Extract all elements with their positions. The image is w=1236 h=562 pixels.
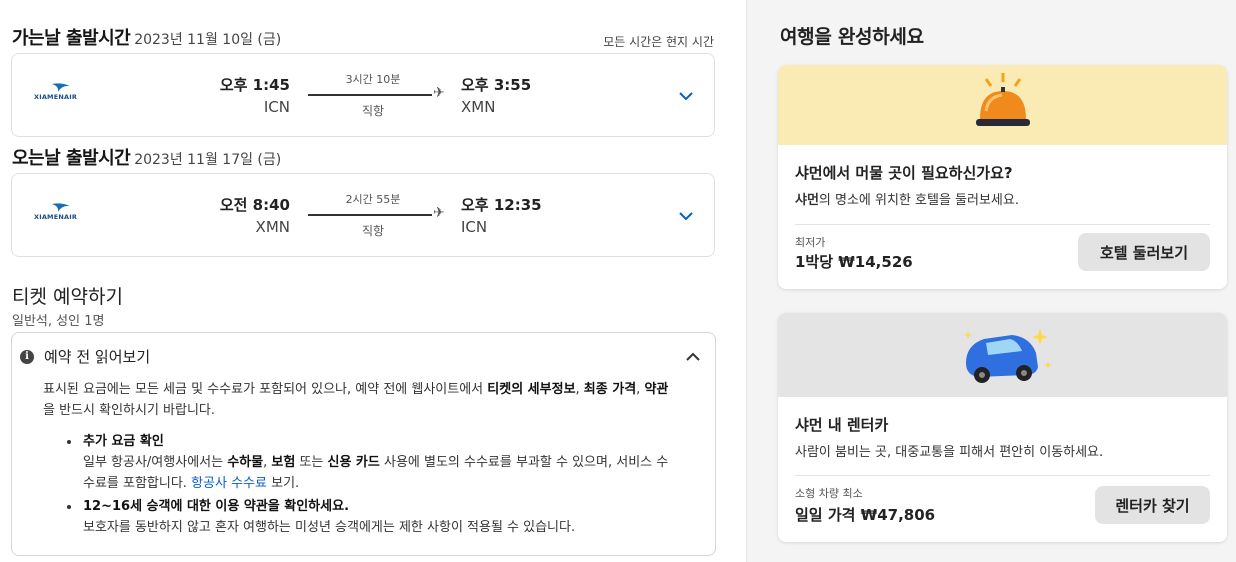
bullet-text-part: 보기. <box>266 476 300 491</box>
ticket-title: 티켓 예약하기 <box>12 286 123 308</box>
bullet-text-part: 일부 항공사/여행사에서는 <box>83 455 228 470</box>
intro-text: 을 반드시 확인하시기 바랍니다. <box>43 403 216 418</box>
plane-icon: ✈ <box>433 85 445 101</box>
flight-duration: 2시간 55분 <box>345 193 401 206</box>
inbound-heading-label: 오는날 출발시간 <box>12 148 131 169</box>
route-line <box>308 94 432 96</box>
hotel-price: 1박당 ₩14,526 <box>795 253 913 271</box>
pre-booking-notice: i 예약 전 읽어보기 표시된 요금에는 모든 세금 및 수수료가 포함되어 있… <box>11 332 716 556</box>
intro-bold: 티켓의 세부정보 <box>487 382 576 397</box>
notice-header[interactable]: i 예약 전 읽어보기 <box>20 346 150 367</box>
flight-details-panel: 가는날 출발시간 2023년 11월 10일 (금) 모든 시간은 현지 시간 … <box>0 0 746 562</box>
bullet-text: 보호자를 동반하지 않고 혼자 여행하는 미성년 승객에게는 제한 사항이 적용… <box>83 520 576 535</box>
hotel-desc-city: 샤먼 <box>795 193 819 208</box>
airline-name: XIAMENAIR <box>34 93 78 101</box>
chevron-up-icon[interactable] <box>683 347 703 367</box>
car-price: 일일 가격 ₩47,806 <box>795 506 936 524</box>
airline-logo-icon: XIAMENAIR <box>30 202 90 226</box>
airline-name: XIAMENAIR <box>34 213 78 221</box>
route-line <box>308 214 432 216</box>
list-item: 추가 요금 확인 일부 항공사/여행사에서는 수하물, 보험 또는 신용 카드 … <box>67 431 673 494</box>
outbound-heading-label: 가는날 출발시간 <box>12 28 131 49</box>
notice-title: 예약 전 읽어보기 <box>44 348 151 366</box>
notice-intro: 표시된 요금에는 모든 세금 및 수수료가 포함되어 있으나, 예약 전에 웹사… <box>43 379 673 421</box>
car-price-label: 소형 차량 최소 <box>795 487 863 500</box>
outbound-flight-card[interactable]: XIAMENAIR 오후 1:45 ICN 3시간 10분 ✈ 직항 오후 3:… <box>11 53 715 137</box>
arrive-airport-code: XMN <box>461 98 496 116</box>
car-promo-card: 샤먼 내 렌터카 사람이 붐비는 곳, 대중교통을 피해서 편안히 이동하세요.… <box>778 313 1227 542</box>
car-title: 샤먼 내 렌터카 <box>795 416 889 434</box>
airline-fees-link[interactable]: 항공사 수수료 <box>191 476 267 491</box>
browse-hotels-button[interactable]: 호텔 둘러보기 <box>1078 233 1210 271</box>
hotel-title: 샤먼에서 머물 곳이 필요하신가요? <box>795 164 1013 182</box>
sidebar-title: 여행을 완성하세요 <box>780 26 924 48</box>
bullet-bold: 보험 <box>271 455 296 470</box>
arrive-time: 오후 3:55 <box>461 76 532 94</box>
outbound-heading: 가는날 출발시간 2023년 11월 10일 (금) <box>12 24 281 50</box>
hotel-hero <box>778 65 1227 145</box>
inbound-date: 2023년 11월 17일 (금) <box>134 152 282 168</box>
bullet-bold: 수하물 <box>227 455 264 470</box>
stops-label: 직항 <box>361 224 385 238</box>
airline-logo-icon: XIAMENAIR <box>30 82 90 106</box>
inbound-flight-card[interactable]: XIAMENAIR 오전 8:40 XMN 2시간 55분 ✈ 직항 오후 12… <box>11 173 715 257</box>
intro-text: 표시된 요금에는 모든 세금 및 수수료가 포함되어 있으나, 예약 전에 웹사… <box>43 382 488 397</box>
service-bell-icon <box>976 73 1030 126</box>
promo-separator <box>795 224 1210 225</box>
promo-separator <box>795 475 1210 476</box>
car-icon <box>964 329 1052 383</box>
car-hero <box>778 313 1227 397</box>
bullet-text: 일부 항공사/여행사에서는 수하물, 보험 또는 신용 카드 사용에 별도의 수… <box>83 452 673 494</box>
intro-bold: 최종 가격 <box>583 382 637 397</box>
bullet-title: 12~16세 승객에 대한 이용 약관을 확인하세요. <box>83 499 350 514</box>
hotel-desc-text: 의 명소에 위치한 호텔을 둘러보세요. <box>818 193 1019 208</box>
hotel-price-label: 최저가 <box>795 236 826 249</box>
hotel-desc: 샤먼의 명소에 위치한 호텔을 둘러보세요. <box>795 189 1019 208</box>
bullet-title: 추가 요금 확인 <box>83 434 164 449</box>
arrive-airport-code: ICN <box>461 218 488 236</box>
intro-text: , <box>575 382 584 397</box>
inbound-heading: 오는날 출발시간 2023년 11월 17일 (금) <box>12 144 281 170</box>
intro-bold: 약관 <box>644 382 669 397</box>
depart-airport-code: XMN <box>255 218 290 236</box>
info-icon: i <box>20 349 34 364</box>
flight-duration: 3시간 10분 <box>345 73 401 86</box>
list-item: 12~16세 승객에 대한 이용 약관을 확인하세요. 보호자를 동반하지 않고… <box>67 496 673 538</box>
depart-airport-code: ICN <box>263 98 290 116</box>
bullet-bold: 신용 카드 <box>327 455 380 470</box>
notice-body: 표시된 요금에는 모든 세금 및 수수료가 포함되어 있으나, 예약 전에 웹사… <box>43 379 673 540</box>
depart-time: 오전 8:40 <box>219 196 290 214</box>
chevron-down-icon[interactable] <box>676 206 696 226</box>
car-desc: 사람이 붐비는 곳, 대중교통을 피해서 편안히 이동하세요. <box>795 445 1104 460</box>
timezone-note: 모든 시간은 현지 시간 <box>603 35 714 49</box>
trip-complete-panel: 여행을 완성하세요 샤먼에서 머물 곳이 필요하신가요? 샤먼의 명소에 위치한… <box>747 0 1236 562</box>
depart-time: 오후 1:45 <box>219 76 290 94</box>
hotel-promo-card: 샤먼에서 머물 곳이 필요하신가요? 샤먼의 명소에 위치한 호텔을 둘러보세요… <box>778 65 1227 289</box>
outbound-date: 2023년 11월 10일 (금) <box>134 32 282 48</box>
chevron-down-icon[interactable] <box>676 86 696 106</box>
stops-label: 직항 <box>361 104 385 118</box>
bullet-text-part: 또는 <box>295 455 328 470</box>
plane-icon: ✈ <box>433 205 445 221</box>
find-rental-car-button[interactable]: 렌터카 찾기 <box>1095 486 1210 524</box>
notice-bullets: 추가 요금 확인 일부 항공사/여행사에서는 수하물, 보험 또는 신용 카드 … <box>67 431 673 538</box>
ticket-subtitle: 일반석, 성인 1명 <box>12 314 105 329</box>
arrive-time: 오후 12:35 <box>461 196 542 214</box>
